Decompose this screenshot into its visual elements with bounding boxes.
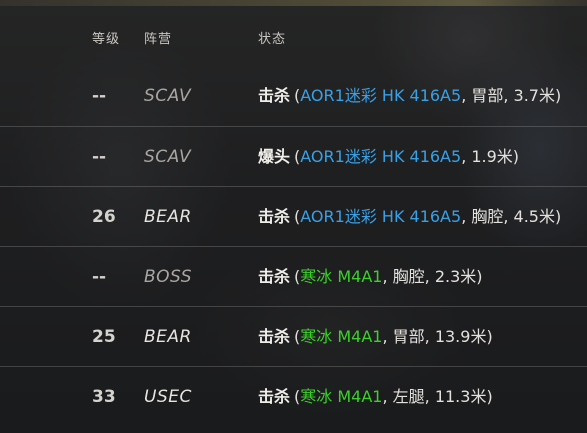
weapon-name: 寒冰 M4A1	[300, 327, 383, 346]
table-row: 25 BEAR 击杀 (寒冰 M4A1, 胃部, 13.9米)	[0, 306, 587, 366]
table-row: 26 BEAR 击杀 (AOR1迷彩 HK 416A5, 胸腔, 4.5米)	[0, 186, 587, 246]
status-details: , 胃部, 13.9米)	[382, 327, 493, 346]
status-details: , 1.9米)	[461, 147, 520, 166]
table-row: -- BOSS 击杀 (寒冰 M4A1, 胸腔, 2.3米)	[0, 246, 587, 306]
weapon-name: 寒冰 M4A1	[300, 387, 383, 406]
row-level: --	[92, 267, 107, 287]
weapon-name: AOR1迷彩 HK 416A5	[300, 147, 462, 166]
row-status: 击杀 (寒冰 M4A1, 胸腔, 2.3米)	[258, 247, 483, 307]
status-details: , 胸腔, 2.3米)	[382, 267, 483, 286]
row-level: --	[92, 147, 107, 167]
status-verb: 击杀	[258, 387, 291, 406]
row-level: 33	[92, 387, 116, 407]
row-status: 击杀 (AOR1迷彩 HK 416A5, 胃部, 3.7米)	[258, 66, 561, 126]
status-verb: 击杀	[258, 86, 291, 105]
header-level: 等级	[92, 32, 121, 47]
table-row: -- SCAV 爆头 (AOR1迷彩 HK 416A5, 1.9米)	[0, 126, 587, 186]
row-faction: USEC	[144, 387, 192, 407]
row-faction: SCAV	[144, 86, 192, 106]
status-details: , 左腿, 11.3米)	[382, 387, 493, 406]
table-body: -- SCAV 击杀 (AOR1迷彩 HK 416A5, 胃部, 3.7米) -- SCA…	[0, 66, 587, 426]
table-row: -- SCAV 击杀 (AOR1迷彩 HK 416A5, 胃部, 3.7米)	[0, 66, 587, 126]
status-verb: 击杀	[258, 267, 291, 286]
row-status: 击杀 (AOR1迷彩 HK 416A5, 胸腔, 4.5米)	[258, 187, 561, 247]
status-details: , 胸腔, 4.5米)	[461, 207, 562, 226]
header-status: 状态	[258, 32, 287, 47]
kill-list-table: 等级 阵营 状态 -- SCAV 击杀 (AOR1迷彩 HK 416A5, 胃部, 3…	[0, 0, 587, 426]
row-faction: BOSS	[144, 267, 193, 287]
status-details: , 胃部, 3.7米)	[461, 86, 562, 105]
row-status: 爆头 (AOR1迷彩 HK 416A5, 1.9米)	[258, 127, 519, 187]
weapon-name: AOR1迷彩 HK 416A5	[300, 86, 462, 105]
row-status: 击杀 (寒冰 M4A1, 左腿, 11.3米)	[258, 367, 493, 427]
table-row: 33 USEC 击杀 (寒冰 M4A1, 左腿, 11.3米)	[0, 366, 587, 426]
table-header: 等级 阵营 状态	[0, 0, 587, 66]
row-status: 击杀 (寒冰 M4A1, 胃部, 13.9米)	[258, 307, 493, 367]
status-verb: 爆头	[258, 147, 291, 166]
weapon-name: 寒冰 M4A1	[300, 267, 383, 286]
row-faction: BEAR	[144, 327, 192, 347]
weapon-name: AOR1迷彩 HK 416A5	[300, 207, 462, 226]
row-faction: SCAV	[144, 147, 192, 167]
row-faction: BEAR	[144, 207, 192, 227]
row-level: --	[92, 86, 107, 106]
status-verb: 击杀	[258, 207, 291, 226]
status-verb: 击杀	[258, 327, 291, 346]
header-faction: 阵营	[144, 32, 173, 47]
row-level: 25	[92, 327, 116, 347]
row-level: 26	[92, 207, 116, 227]
